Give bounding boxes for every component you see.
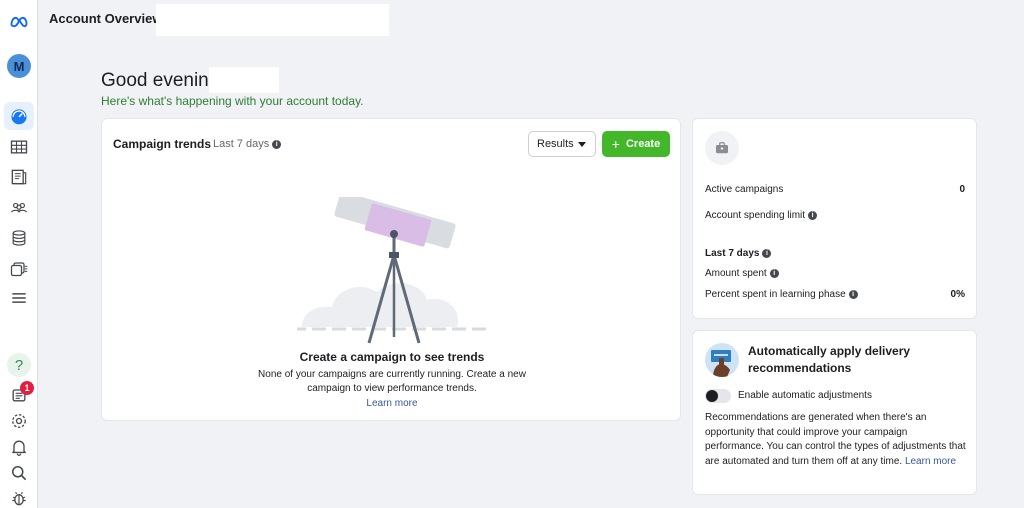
avatar[interactable]: M — [7, 54, 31, 78]
campaign-trends-title: Campaign trends — [113, 137, 212, 151]
recommendations-card: Automatically apply delivery recommendat… — [692, 330, 977, 495]
info-icon[interactable]: i — [769, 268, 779, 278]
audiences-icon[interactable] — [7, 196, 31, 220]
ads-library-icon[interactable] — [7, 256, 31, 280]
info-icon[interactable]: i — [762, 248, 772, 258]
redacted-user-name — [209, 67, 279, 93]
menu-icon[interactable] — [7, 286, 31, 310]
bell-icon[interactable] — [7, 435, 31, 459]
greeting-heading: Good evening — [101, 70, 220, 91]
learning-phase-row: Percent spent in learning phase i — [705, 289, 858, 300]
billing-icon[interactable] — [7, 226, 31, 250]
spending-limit-row: Account spending limit i — [705, 210, 818, 221]
learning-phase-value: 0% — [950, 289, 965, 300]
delivery-recommendation-icon — [705, 343, 739, 377]
account-stats-card: Active campaigns 0 Account spending limi… — [692, 118, 977, 319]
create-button[interactable]: + Create — [602, 131, 670, 157]
learn-more-link[interactable]: Learn more — [905, 456, 956, 467]
caret-down-icon — [578, 142, 586, 147]
spending-limit-label: Account spending limit — [705, 210, 806, 221]
active-campaigns-label: Active campaigns — [705, 184, 784, 195]
create-button-label: Create — [625, 138, 661, 150]
info-icon[interactable]: i — [272, 139, 282, 149]
dashboard-icon[interactable] — [7, 104, 31, 128]
period-label: Last 7 days — [705, 248, 760, 259]
briefcase-icon — [705, 131, 739, 165]
empty-state-text: None of your campaigns are currently run… — [258, 369, 526, 394]
amount-spent-label: Amount spent — [705, 268, 767, 279]
automatic-adjustments-toggle[interactable] — [705, 389, 731, 403]
recommendations-title: Automatically apply delivery recommendat… — [748, 344, 911, 375]
info-icon[interactable]: i — [848, 289, 858, 299]
help-icon[interactable]: ? — [7, 353, 31, 377]
notification-badge: 1 — [20, 381, 34, 395]
learning-phase-label: Percent spent in learning phase — [705, 289, 846, 300]
period-row: Last 7 days i — [705, 248, 772, 259]
avatar-initial: M — [13, 58, 25, 74]
bug-icon[interactable] — [7, 486, 31, 508]
active-campaigns-value: 0 — [959, 184, 965, 195]
redacted-account-name — [156, 4, 389, 36]
trends-range-label: Last 7 days — [213, 138, 270, 150]
empty-state-title: Create a campaign to see trends — [299, 350, 485, 364]
settings-icon[interactable] — [7, 409, 31, 433]
search-icon[interactable] — [7, 461, 31, 485]
results-dropdown-label: Results — [537, 138, 574, 150]
recommendations-description: Recommendations are generated when there… — [705, 411, 967, 469]
trends-date-range: Last 7 days i — [213, 138, 282, 150]
left-nav-rail: M ? 1 — [0, 0, 38, 508]
greeting-subtext: Here's what's happening with your accoun… — [101, 94, 364, 108]
toggle-knob — [706, 390, 718, 402]
telescope-illustration — [297, 197, 487, 344]
campaign-trends-card: Campaign trends Last 7 days i Results + C… — [101, 118, 681, 421]
page-title: Account Overview — [49, 11, 163, 26]
results-dropdown[interactable]: Results — [528, 131, 596, 157]
info-icon[interactable]: i — [808, 210, 818, 220]
learn-more-link[interactable]: Learn more — [102, 398, 682, 409]
toggle-label: Enable automatic adjustments — [738, 390, 872, 401]
amount-spent-row: Amount spent i — [705, 268, 779, 279]
pages-icon[interactable] — [7, 165, 31, 189]
table-icon[interactable] — [7, 135, 31, 159]
help-glyph: ? — [14, 356, 24, 374]
plus-icon: + — [611, 136, 620, 152]
meta-logo-icon[interactable] — [7, 10, 31, 34]
